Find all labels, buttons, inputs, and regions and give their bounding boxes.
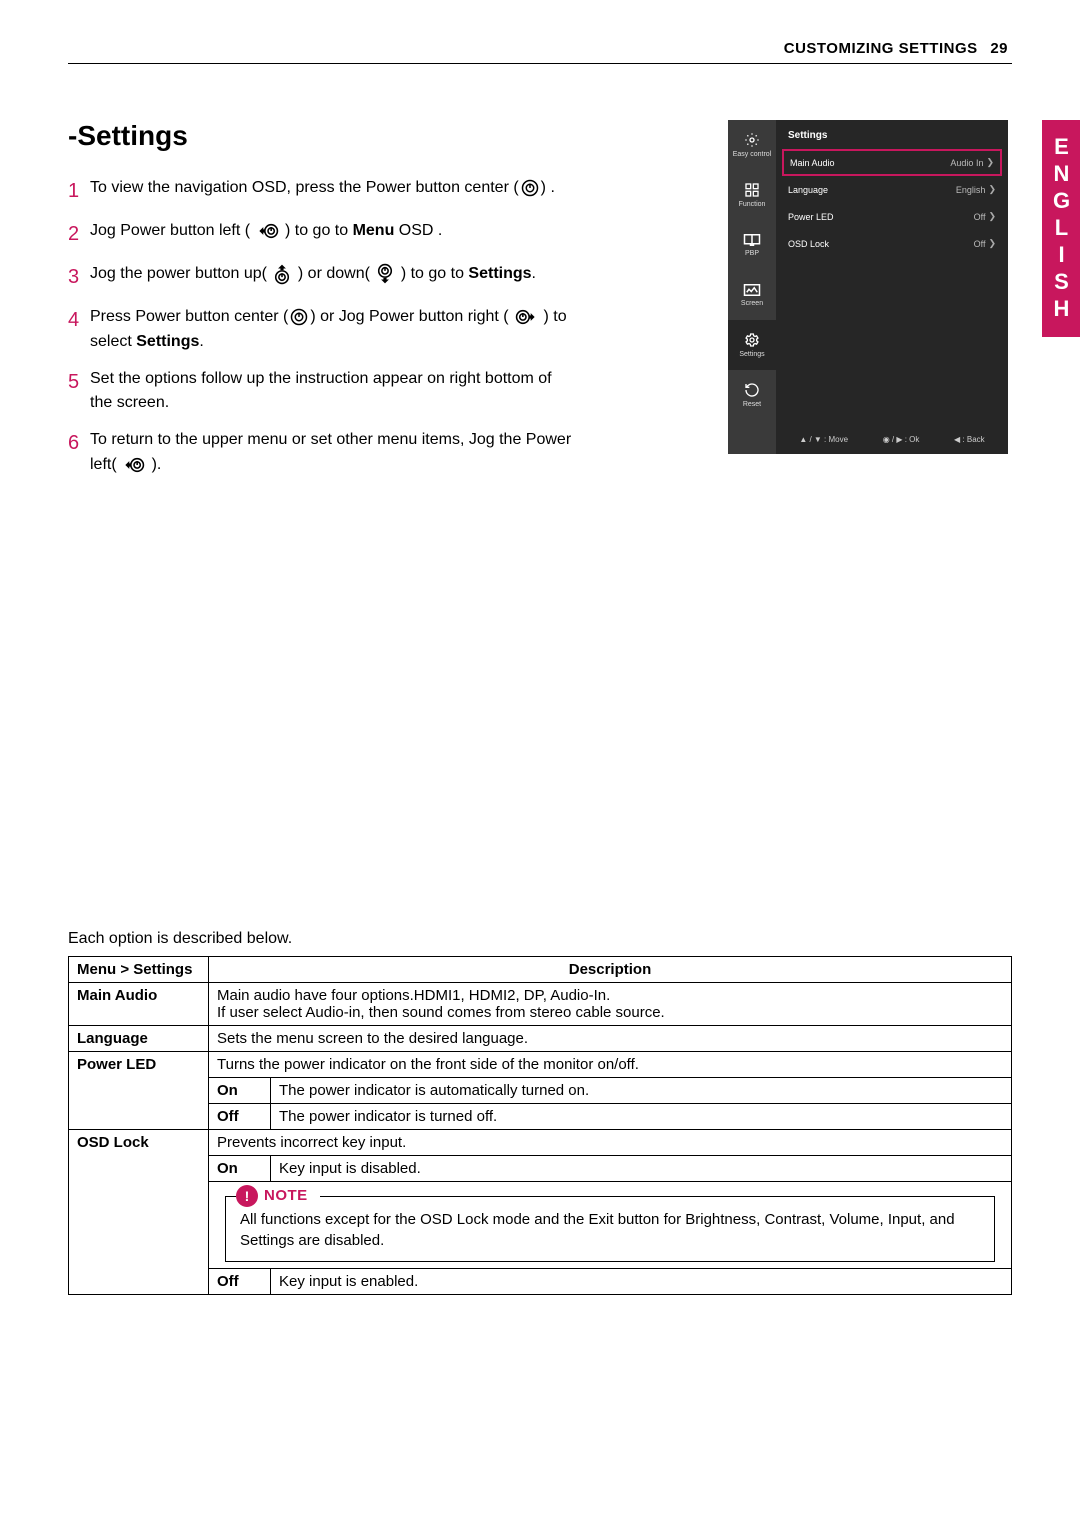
osdlock-on-label: On [217,1160,238,1177]
powerled-desc: Turns the power indicator on the front s… [209,1051,1012,1077]
step-number: 5 [68,367,90,417]
language-desc: Sets the menu screen to the desired lang… [209,1025,1012,1051]
power-up-icon [273,263,291,285]
col-menu: Menu > Settings [69,956,209,982]
step-1: 1 To view the navigation OSD, press the … [68,176,578,207]
step-number: 6 [68,428,90,478]
step-number: 2 [68,219,90,250]
osdlock-desc: Prevents incorrect key input. [209,1129,1012,1155]
osdlock-off-label: Off [217,1273,239,1290]
power-left-icon [257,222,279,240]
note-box: ! NOTE All functions except for the OSD … [225,1196,995,1262]
settings-description-table: Menu > Settings Description Main Audio M… [68,956,1012,1295]
page-number: 29 [990,40,1008,57]
power-left-icon [123,456,145,474]
row-language: Language [69,1025,209,1051]
step-number: 4 [68,305,90,355]
powerled-off-label: Off [217,1108,239,1125]
note-badge-icon: ! [236,1185,258,1207]
step-6: 6 To return to the upper menu or set oth… [68,428,578,478]
power-center-icon [290,308,308,326]
powerled-on-label: On [217,1082,238,1099]
power-down-icon [376,263,394,285]
osdlock-on-desc: Key input is disabled. [271,1155,1012,1181]
note-label: NOTE [264,1187,308,1204]
power-right-icon [515,308,537,326]
header-rule [68,63,1012,64]
step-3: 3 Jog the power button up( ) or down( ) … [68,262,578,293]
instruction-list: 1 To view the navigation OSD, press the … [68,176,578,478]
powerled-on-desc: The power indicator is automatically tur… [271,1077,1012,1103]
step-number: 3 [68,262,90,293]
step-number: 1 [68,176,90,207]
row-osd-lock: OSD Lock [69,1129,209,1294]
note-text: All functions except for the OSD Lock mo… [240,1209,980,1251]
main-audio-desc: Main audio have four options.HDMI1, HDMI… [209,982,1012,1025]
page-header: CUSTOMIZING SETTINGS 29 [784,40,1008,57]
row-power-led: Power LED [69,1051,209,1129]
row-main-audio: Main Audio [69,982,209,1025]
powerled-off-desc: The power indicator is turned off. [271,1103,1012,1129]
step-5: 5 Set the options follow up the instruct… [68,367,578,417]
section-title: CUSTOMIZING SETTINGS [784,40,978,57]
step-4: 4 Press Power button center () or Jog Po… [68,305,578,355]
col-description: Description [209,956,1012,982]
each-option-text: Each option is described below. [68,930,1012,948]
power-center-icon [521,179,539,197]
language-side-tab: ENGLISH [1042,120,1080,337]
page-title: -Settings [68,120,1012,152]
step-2: 2 Jog Power button left ( ) to go to Men… [68,219,578,250]
osdlock-off-desc: Key input is enabled. [271,1268,1012,1294]
